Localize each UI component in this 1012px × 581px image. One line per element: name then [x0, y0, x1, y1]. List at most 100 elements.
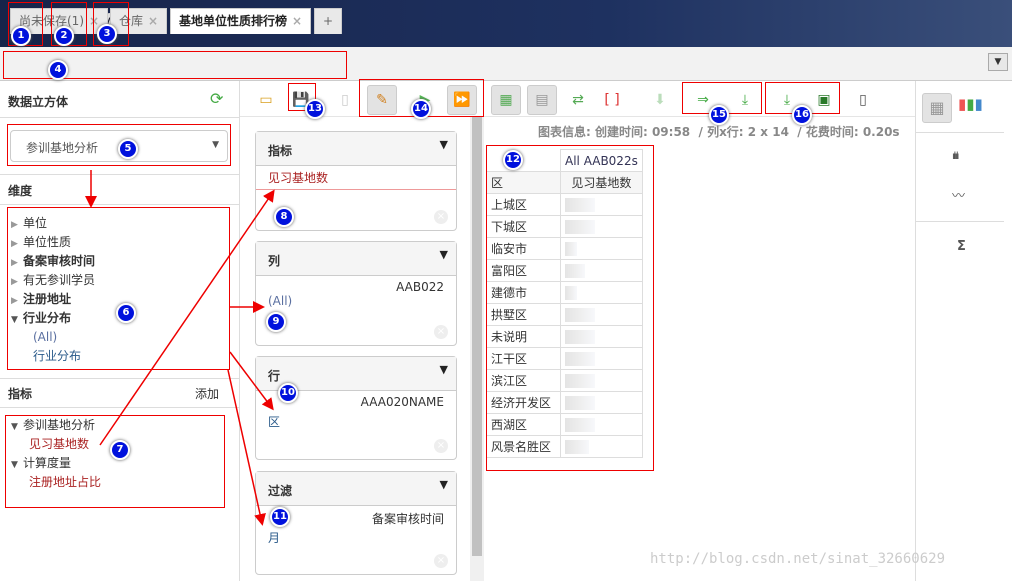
toolbar: ▭ 💾 ▯ ✎ ▶ ⏩ ▦ ▤ ⇄ [ ] ⬇ ⇒ ⤓ ⤓ ▣ ▯: [240, 81, 915, 117]
divider: [0, 407, 240, 408]
clear-icon[interactable]: ×: [434, 439, 448, 453]
refresh-icon[interactable]: ⟳: [210, 89, 223, 108]
row-label[interactable]: 上城区: [486, 193, 561, 216]
measure-header[interactable]: 见习基地数: [560, 171, 643, 194]
auto-run-icon[interactable]: ⏩: [447, 85, 477, 115]
dimension-label: 有无参训学员: [23, 273, 96, 287]
annotation-badge: 13: [305, 99, 325, 119]
chart-view-icon[interactable]: ▮▮▮: [958, 95, 983, 113]
panel-title: 指标: [268, 144, 293, 158]
redacted-value: [565, 351, 595, 366]
row-label[interactable]: 临安市: [486, 237, 561, 260]
row-label[interactable]: 风景名胜区: [486, 435, 561, 458]
clear-icon[interactable]: ×: [434, 554, 448, 568]
corner-cell: [487, 150, 561, 172]
swap-axis-icon[interactable]: ⇄: [563, 85, 593, 115]
tab-bar: [0, 47, 1012, 81]
caret-down-icon[interactable]: ▼: [440, 478, 448, 491]
add-measure-button[interactable]: 添加: [195, 385, 219, 402]
table-view-icon[interactable]: ▦: [922, 93, 952, 123]
row-label[interactable]: 下城区: [486, 215, 561, 238]
measure-group-label: 参训基地分析: [23, 418, 96, 432]
redacted-value: [565, 395, 595, 410]
annotation-badge: 9: [266, 312, 286, 332]
new-icon[interactable]: ▯: [330, 85, 360, 115]
column-level[interactable]: (All): [256, 294, 456, 308]
divider: [0, 117, 240, 118]
row-label[interactable]: 西湖区: [486, 413, 561, 436]
row-level[interactable]: 区: [256, 409, 456, 434]
export-pdf-icon[interactable]: ▯: [848, 85, 878, 115]
table-row: 拱墅区: [486, 303, 643, 326]
tab-warehouse[interactable]: 仓库 ×: [110, 8, 168, 34]
caret-down-icon[interactable]: ▼: [440, 138, 448, 151]
measure-group[interactable]: ▼ 计算度量: [11, 454, 101, 473]
measure-chip[interactable]: 见习基地数: [256, 166, 456, 190]
tab-ranking[interactable]: 基地单位性质排行榜 ×: [170, 8, 312, 34]
table-row: 临安市: [486, 237, 643, 260]
measure-group[interactable]: ▼ 参训基地分析: [11, 416, 101, 435]
level-all[interactable]: (All): [11, 328, 95, 347]
redacted-value: [565, 439, 589, 454]
row-label[interactable]: 江干区: [486, 347, 561, 370]
drill-icon[interactable]: ⬇: [645, 85, 675, 115]
annotation-badge: 5: [118, 139, 138, 159]
hide-totals-icon[interactable]: ▤: [527, 85, 557, 115]
table-row: 西湖区: [486, 413, 643, 436]
measure-item[interactable]: 注册地址占比: [11, 473, 101, 492]
new-tab-button[interactable]: +: [314, 8, 342, 34]
close-icon[interactable]: ×: [292, 14, 302, 28]
close-icon[interactable]: ×: [148, 14, 158, 28]
column-dimension[interactable]: AAB022: [256, 276, 456, 294]
measures-title: 指标: [8, 387, 33, 401]
redacted-value: [565, 329, 595, 344]
measure-tree: ▼ 参训基地分析 见习基地数 ▼ 计算度量 注册地址占比: [11, 416, 101, 492]
column-header[interactable]: All AAB022s: [560, 149, 643, 172]
row-label[interactable]: 建德市: [486, 281, 561, 304]
dimension-item[interactable]: ▶ 单位: [11, 214, 95, 233]
open-icon[interactable]: ▭: [251, 85, 281, 115]
bar-chart-icon[interactable]: ıılıılı: [952, 151, 960, 162]
export-xls-icon[interactable]: ▣: [809, 85, 839, 115]
line-chart-icon[interactable]: 〰: [952, 185, 965, 204]
value-cell-redacted: [560, 413, 643, 436]
level-industry[interactable]: 行业分布: [11, 347, 95, 366]
panel-title: 行: [268, 369, 281, 383]
caret-down-icon[interactable]: ▼: [440, 363, 448, 376]
drill-through-icon[interactable]: ⤓: [730, 85, 760, 115]
dimension-item[interactable]: ▶ 备案审核时间: [11, 252, 95, 271]
row-label[interactable]: 未说明: [486, 325, 561, 348]
clear-icon[interactable]: ×: [434, 210, 448, 224]
row-header[interactable]: 区: [486, 171, 561, 194]
scrollbar[interactable]: [470, 81, 484, 581]
sum-icon[interactable]: Σ: [957, 239, 966, 254]
row-label[interactable]: 富阳区: [486, 259, 561, 282]
caret-down-icon[interactable]: ▼: [440, 248, 448, 261]
columns-panel[interactable]: 列 ▼ AAB022 (All) ×: [255, 241, 457, 346]
measure-item[interactable]: 见习基地数: [11, 435, 101, 454]
row-label[interactable]: 拱墅区: [486, 303, 561, 326]
redacted-value: [565, 307, 595, 322]
filter-level[interactable]: 月: [256, 527, 456, 548]
dimension-item[interactable]: ▼ 行业分布: [11, 309, 95, 328]
annotation-badge: 1: [11, 26, 31, 46]
dimension-item[interactable]: ▶ 有无参训学员: [11, 271, 95, 290]
scrollbar-thumb[interactable]: [472, 101, 482, 556]
tab-label: 基地单位性质排行榜: [179, 14, 288, 28]
rows-panel[interactable]: 行 ▼ AAA020NAME 区 ×: [255, 356, 457, 460]
non-empty-icon[interactable]: ▦: [491, 85, 521, 115]
mdx-icon[interactable]: [ ]: [597, 85, 627, 115]
value-cell-redacted: [560, 369, 643, 392]
clear-icon[interactable]: ×: [434, 325, 448, 339]
tab-menu-dropdown[interactable]: ▼: [988, 53, 1008, 71]
annotation-badge: 7: [110, 440, 130, 460]
row-label[interactable]: 经济开发区: [486, 391, 561, 414]
annotation-badge: 16: [792, 105, 812, 125]
close-icon[interactable]: ×: [89, 14, 99, 28]
row-label[interactable]: 滨江区: [486, 369, 561, 392]
dimension-item[interactable]: ▶ 注册地址: [11, 290, 95, 309]
annotation-badge: 6: [116, 303, 136, 323]
dimension-item[interactable]: ▶ 单位性质: [11, 233, 95, 252]
edit-icon[interactable]: ✎: [367, 85, 397, 115]
annotation-badge: 8: [274, 207, 294, 227]
